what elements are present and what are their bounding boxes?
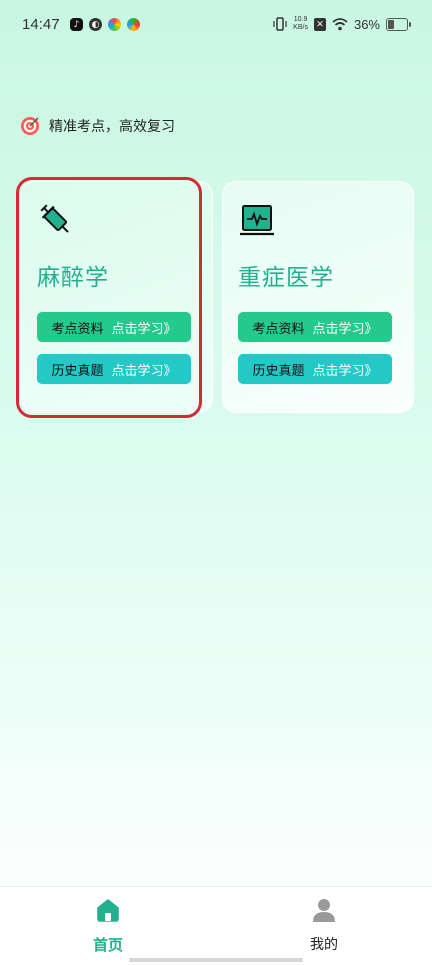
- key-points-button[interactable]: 考点资料 点击学习》: [37, 312, 191, 342]
- user-icon: [313, 899, 335, 922]
- syringe-icon: [40, 204, 69, 233]
- past-exams-button[interactable]: 历史真题 点击学习》: [238, 354, 392, 384]
- target-icon: [21, 117, 39, 135]
- bottom-tab-bar: 首页 我的: [0, 886, 432, 965]
- browser-icon: [108, 18, 121, 31]
- tab-label: 首页: [92, 936, 123, 954]
- speed-unit: KB/s: [293, 24, 308, 31]
- tab-label: 我的: [310, 937, 338, 953]
- tab-home[interactable]: 首页: [0, 887, 216, 965]
- battery-icon: [386, 17, 411, 31]
- speed-value: 10.9: [293, 16, 308, 23]
- slogan: 精准考点，高效复习: [20, 116, 175, 136]
- past-exams-button[interactable]: 历史真题 点击学习》: [37, 354, 191, 384]
- wifi-icon: [332, 17, 348, 30]
- home-indicator: [129, 958, 303, 962]
- notification-icons: ♪ ◐: [70, 18, 140, 31]
- subject-card-critical-care[interactable]: 重症医学 考点资料 点击学习》 历史真题 点击学习》: [222, 181, 414, 413]
- home-icon: [97, 899, 119, 922]
- key-points-button[interactable]: 考点资料 点击学习》: [238, 312, 392, 342]
- app2-icon: [127, 18, 140, 31]
- network-speed: 10.9 KB/s: [293, 16, 308, 32]
- button-label: 考点资料: [252, 321, 305, 337]
- slogan-text: 精准考点，高效复习: [49, 119, 175, 135]
- subject-card-anesthesiology[interactable]: 麻醉学 考点资料 点击学习》 历史真题 点击学习》: [21, 181, 213, 413]
- vibrate-icon: [273, 17, 287, 31]
- card-title: 重症医学: [238, 265, 334, 291]
- button-action: 点击学习》: [111, 363, 177, 379]
- status-bar: 14:47 ♪ ◐ 10.9 KB/s ✕ 36%: [0, 0, 432, 52]
- button-label: 历史真题: [51, 363, 104, 379]
- app-icon: ◐: [89, 18, 102, 31]
- tiktok-icon: ♪: [70, 18, 83, 31]
- no-sim-icon: ✕: [313, 17, 326, 31]
- tab-mine[interactable]: 我的: [216, 887, 432, 965]
- button-label: 考点资料: [51, 321, 104, 337]
- status-right: 10.9 KB/s ✕ 36%: [273, 16, 411, 32]
- monitor-icon: [240, 205, 274, 236]
- button-label: 历史真题: [252, 363, 305, 379]
- button-action: 点击学习》: [312, 321, 378, 337]
- battery-percent: 36%: [353, 16, 380, 32]
- card-title: 麻醉学: [37, 265, 109, 291]
- status-time: 14:47: [22, 16, 60, 33]
- button-action: 点击学习》: [111, 321, 177, 337]
- button-action: 点击学习》: [312, 363, 378, 379]
